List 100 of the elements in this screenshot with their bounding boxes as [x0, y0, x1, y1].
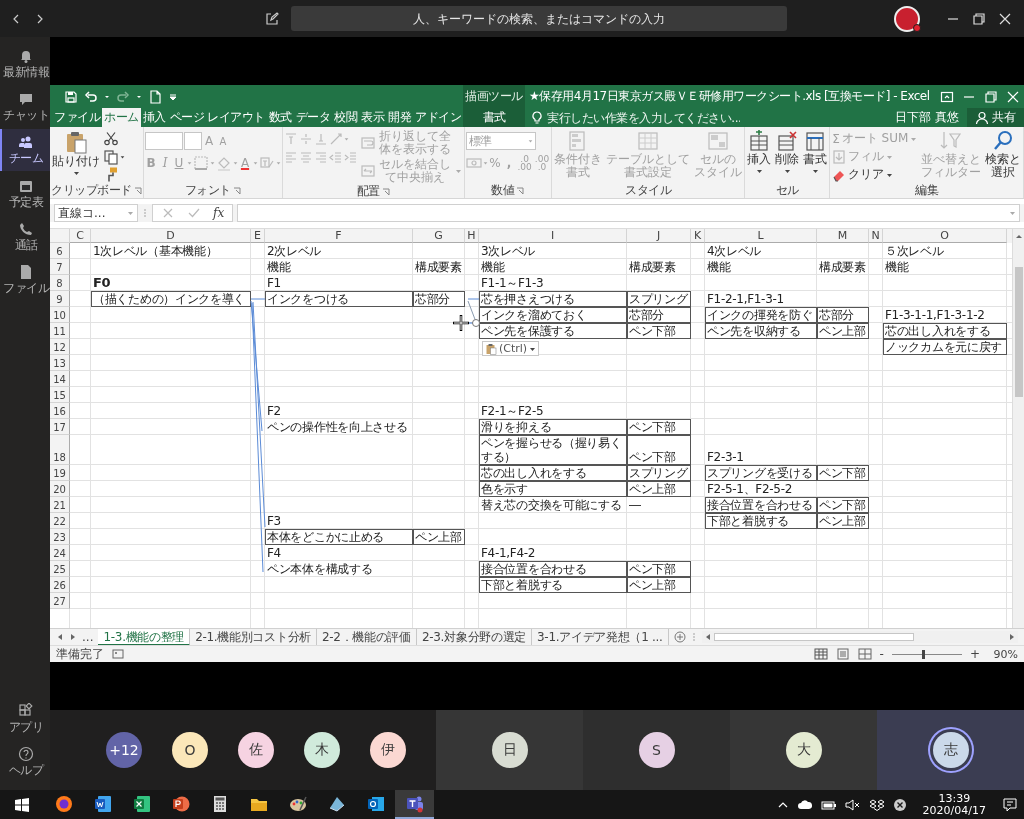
column-header[interactable]: O — [883, 229, 1007, 243]
notification-icon[interactable] — [1002, 796, 1018, 813]
add-sheet-icon[interactable] — [673, 631, 686, 643]
formula-input[interactable] — [237, 204, 1020, 222]
zoom-in-button[interactable]: + — [969, 647, 980, 661]
user-name[interactable]: 日下部 真悠 — [887, 108, 967, 127]
font-size-field[interactable] — [183, 132, 202, 150]
name-box[interactable]: 直線コ... — [54, 204, 138, 222]
dialog-launcher-icon[interactable] — [381, 187, 390, 196]
clock[interactable]: 13:39 2020/04/17 — [914, 792, 994, 817]
row-number[interactable]: 18 — [50, 435, 70, 465]
open-box-icon[interactable] — [868, 798, 885, 811]
next-sheet-icon[interactable] — [69, 632, 77, 642]
page-break-view-icon[interactable] — [857, 648, 872, 660]
ribbon-tab[interactable]: ページ レイアウト — [167, 108, 267, 127]
row-number[interactable]: 12 — [50, 339, 70, 355]
windows-logo-icon[interactable] — [14, 796, 30, 813]
format-button[interactable]: 書式 — [802, 129, 829, 176]
cloud-icon[interactable] — [796, 798, 813, 811]
row-number[interactable]: 10 — [50, 307, 70, 323]
dialog-launcher-icon[interactable] — [133, 186, 142, 195]
row-number[interactable]: 20 — [50, 481, 70, 497]
row-number[interactable]: 19 — [50, 465, 70, 481]
column-header[interactable]: N — [869, 229, 883, 243]
ribbon-tab[interactable]: 校閲 — [332, 108, 360, 127]
font-name-field[interactable] — [144, 132, 183, 150]
rail-item[interactable]: チャット — [0, 86, 50, 128]
row-number[interactable]: 23 — [50, 529, 70, 545]
column-header[interactable]: M — [817, 229, 869, 243]
column-header[interactable]: L — [705, 229, 817, 243]
column-header[interactable]: D — [91, 229, 251, 243]
rail-item[interactable]: 通話 — [0, 215, 50, 257]
paste-button[interactable]: 貼り付け — [51, 129, 101, 178]
ribbon-display-icon[interactable] — [940, 89, 954, 104]
copy-icon[interactable] — [103, 148, 119, 165]
zoom-out-button[interactable]: - — [879, 647, 884, 661]
more-sheets[interactable]: ... — [82, 630, 94, 644]
scroll-right-arrow-icon[interactable] — [1008, 632, 1016, 642]
speaker-muted-icon[interactable] — [844, 798, 861, 811]
ribbon-tab[interactable]: 数式 — [266, 108, 294, 127]
avatar[interactable] — [894, 5, 920, 32]
x-circle-icon[interactable] — [892, 797, 907, 812]
battery-icon[interactable] — [820, 798, 837, 811]
row-number[interactable]: 17 — [50, 419, 70, 435]
participant-avatar[interactable]: 佐 — [238, 732, 274, 768]
vertical-scrollbar[interactable] — [1012, 229, 1024, 628]
scrollbar-thumb[interactable] — [713, 633, 914, 641]
column-header[interactable]: C — [70, 229, 91, 243]
rail-item[interactable]: ファイル — [0, 258, 50, 301]
column-header[interactable]: J — [627, 229, 691, 243]
row-number[interactable]: 13 — [50, 355, 70, 371]
participant-avatar[interactable]: 伊 — [370, 732, 406, 768]
new-document-icon[interactable] — [148, 89, 162, 104]
redo-icon[interactable] — [116, 89, 130, 104]
row-number[interactable]: 27 — [50, 593, 70, 609]
dialog-launcher-icon[interactable] — [232, 186, 241, 195]
zoom-slider-thumb[interactable] — [922, 649, 926, 659]
selected-connector-line[interactable] — [466, 300, 480, 327]
page-layout-view-icon[interactable] — [835, 648, 850, 660]
close-icon[interactable] — [998, 11, 1012, 26]
row-number[interactable]: 9 — [50, 291, 70, 307]
row-number[interactable]: 15 — [50, 387, 70, 403]
rail-item[interactable]: アプリ — [0, 697, 50, 739]
scissors-icon[interactable] — [103, 130, 119, 147]
row-number[interactable]: 14 — [50, 371, 70, 387]
column-header[interactable]: I — [479, 229, 627, 243]
restore-icon[interactable] — [972, 11, 986, 26]
column-header[interactable]: K — [691, 229, 705, 243]
row-number[interactable]: 6 — [50, 243, 70, 259]
ribbon-tab[interactable]: データ — [293, 108, 333, 127]
row-number[interactable]: 7 — [50, 259, 70, 275]
column-header[interactable]: G — [413, 229, 465, 243]
scrollbar-thumb[interactable] — [1014, 267, 1023, 397]
connector-line[interactable] — [252, 301, 266, 528]
tell-me-field[interactable]: 実行したい作業を入力してください... — [525, 108, 741, 127]
participant-avatar[interactable]: 木 — [304, 732, 340, 768]
search-field[interactable]: 人、キーワードの検索、またはコマンドの入力 — [291, 6, 787, 31]
rail-item[interactable]: 予定表 — [0, 172, 50, 214]
row-number[interactable]: 16 — [50, 403, 70, 419]
delete-button[interactable]: 削除 — [774, 129, 801, 176]
row-number[interactable]: 21 — [50, 497, 70, 513]
zoom-level[interactable]: 90% — [988, 647, 1018, 661]
ribbon-tab[interactable]: アドイン — [413, 108, 464, 127]
ribbon-tab[interactable]: ホーム — [102, 108, 141, 127]
row-number[interactable]: 25 — [50, 561, 70, 577]
compose-icon[interactable] — [265, 11, 279, 26]
participant-avatar[interactable]: +12 — [106, 732, 142, 768]
row-number[interactable]: 26 — [50, 577, 70, 593]
ribbon-tab[interactable]: ファイル — [52, 108, 102, 127]
paste-options-button[interactable]: (Ctrl) — [482, 341, 540, 356]
ribbon-tab[interactable]: 表示 — [359, 108, 387, 127]
connector-line[interactable] — [250, 300, 263, 432]
clear-button[interactable]: クリア — [831, 166, 919, 183]
share-button[interactable]: 共有 — [967, 108, 1024, 127]
participant-avatar[interactable]: O — [172, 732, 208, 768]
connector-line[interactable] — [467, 298, 480, 300]
undo-icon[interactable] — [84, 89, 98, 104]
rail-item[interactable]: 最新情報 — [0, 43, 50, 85]
participant-tile[interactable]: 志 — [877, 710, 1024, 790]
column-header[interactable]: H — [465, 229, 479, 243]
